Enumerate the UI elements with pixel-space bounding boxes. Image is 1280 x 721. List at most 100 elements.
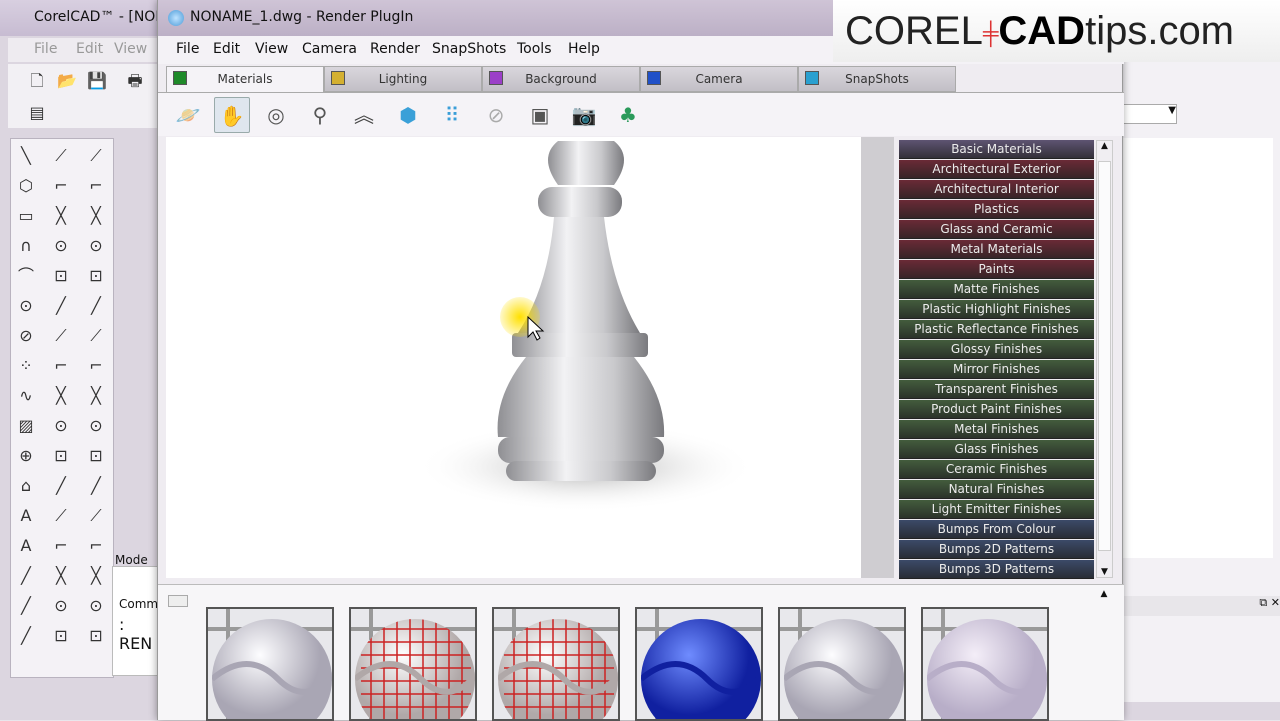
draw-tool-icon[interactable]: ⌂: [15, 475, 37, 497]
draw-tool-icon[interactable]: A: [15, 505, 37, 527]
draw-tool-icon[interactable]: ╳: [85, 565, 107, 587]
material-category-item[interactable]: Basic Materials: [899, 140, 1094, 159]
menu-edit[interactable]: Edit: [213, 41, 240, 57]
material-category-item[interactable]: Glass and Ceramic: [899, 220, 1094, 239]
tab-snapshots[interactable]: SnapShots: [798, 66, 956, 92]
category-list-scrollbar[interactable]: ▲ ▼: [1096, 140, 1113, 578]
model-tab[interactable]: Mode: [115, 553, 148, 567]
draw-tool-icon[interactable]: ⊘: [15, 325, 37, 347]
disabled-icon[interactable]: ⊘: [478, 97, 514, 133]
spotlight-icon[interactable]: ⚲: [302, 97, 338, 133]
material-thumbnail[interactable]: [921, 607, 1049, 721]
draw-tool-icon[interactable]: ⊙: [85, 595, 107, 617]
material-thumbnail[interactable]: [206, 607, 334, 721]
draw-tool-icon[interactable]: ╳: [85, 205, 107, 227]
material-thumbnail[interactable]: [778, 607, 906, 721]
material-category-item[interactable]: Light Emitter Finishes: [899, 500, 1094, 519]
material-category-item[interactable]: Metal Materials: [899, 240, 1094, 259]
material-thumbnail[interactable]: [635, 607, 763, 721]
cube-icon[interactable]: ⬢: [390, 97, 426, 133]
draw-tool-icon[interactable]: ╱: [50, 475, 72, 497]
material-category-item[interactable]: Bumps 3D Patterns: [899, 560, 1094, 579]
draw-tool-icon[interactable]: ∩: [15, 235, 37, 257]
open-folder-icon[interactable]: 📂: [56, 70, 78, 92]
draw-tool-icon[interactable]: ⊡: [50, 265, 72, 287]
dropdown-arrow-icon[interactable]: ▼: [1123, 104, 1177, 124]
draw-tool-icon[interactable]: ⊡: [85, 265, 107, 287]
draw-tool-icon[interactable]: ⊡: [50, 445, 72, 467]
material-thumbnail[interactable]: [349, 607, 477, 721]
scrollbar-thumb[interactable]: [1098, 161, 1111, 551]
planet-icon[interactable]: 🪐: [170, 97, 206, 133]
draw-tool-icon[interactable]: ⊙: [85, 415, 107, 437]
grid-icon[interactable]: ⠿: [434, 97, 470, 133]
corelcad-menu-file[interactable]: File: [34, 41, 57, 57]
draw-tool-icon[interactable]: ∿: [15, 385, 37, 407]
draw-tool-icon[interactable]: ⊙: [85, 235, 107, 257]
draw-tool-icon[interactable]: ⟋: [85, 325, 107, 347]
draw-tool-icon[interactable]: ⊙: [50, 235, 72, 257]
draw-tool-icon[interactable]: ▭: [15, 205, 37, 227]
draw-tool-icon[interactable]: ⁘: [15, 355, 37, 377]
draw-tool-icon[interactable]: ⌐: [85, 355, 107, 377]
draw-tool-icon[interactable]: ⟋: [85, 145, 107, 167]
viewport-divider[interactable]: [861, 137, 894, 578]
material-category-item[interactable]: Plastic Highlight Finishes: [899, 300, 1094, 319]
panel-close-icon[interactable]: ⧉ ✕: [1123, 596, 1280, 616]
material-category-item[interactable]: Plastic Reflectance Finishes: [899, 320, 1094, 339]
save-icon[interactable]: 💾: [86, 70, 108, 92]
menu-view[interactable]: View: [255, 41, 288, 57]
hand-icon[interactable]: ✋: [214, 97, 250, 133]
material-category-item[interactable]: Product Paint Finishes: [899, 400, 1094, 419]
tab-background[interactable]: Background: [482, 66, 640, 92]
draw-tool-icon[interactable]: ⌐: [50, 355, 72, 377]
zoom-slider[interactable]: [168, 595, 188, 607]
layers-icon[interactable]: ▤: [26, 102, 48, 124]
material-category-item[interactable]: Glass Finishes: [899, 440, 1094, 459]
menu-tools[interactable]: Tools: [517, 41, 552, 57]
corelcad-menu-view[interactable]: View: [114, 41, 147, 57]
draw-tool-icon[interactable]: ⟋: [85, 505, 107, 527]
draw-tool-icon[interactable]: ⊙: [50, 595, 72, 617]
draw-tool-icon[interactable]: ⟋: [50, 505, 72, 527]
material-category-item[interactable]: Mirror Finishes: [899, 360, 1094, 379]
draw-tool-icon[interactable]: ⊙: [50, 415, 72, 437]
draw-tool-icon[interactable]: ╳: [85, 385, 107, 407]
draw-tool-icon[interactable]: ⌒: [15, 265, 37, 287]
material-category-item[interactable]: Bumps From Colour: [899, 520, 1094, 539]
tab-camera[interactable]: Camera: [640, 66, 798, 92]
camera-lens-icon[interactable]: ◎: [258, 97, 294, 133]
material-category-item[interactable]: Matte Finishes: [899, 280, 1094, 299]
material-category-item[interactable]: Metal Finishes: [899, 420, 1094, 439]
draw-tool-icon[interactable]: ╱: [15, 565, 37, 587]
menu-help[interactable]: Help: [568, 41, 600, 57]
draw-tool-icon[interactable]: ╱: [15, 595, 37, 617]
material-category-item[interactable]: Paints: [899, 260, 1094, 279]
draw-tool-icon[interactable]: ╳: [50, 205, 72, 227]
draw-tool-icon[interactable]: ╲: [15, 145, 37, 167]
draw-tool-icon[interactable]: ╱: [15, 625, 37, 647]
clover-icon[interactable]: ♣: [610, 97, 646, 133]
thumbnails-scrollbar[interactable]: ▲: [1096, 589, 1112, 719]
command-text[interactable]: : REN: [119, 615, 159, 653]
draw-tool-icon[interactable]: ⊡: [85, 625, 107, 647]
render-viewport[interactable]: [166, 137, 861, 578]
material-category-item[interactable]: Ceramic Finishes: [899, 460, 1094, 479]
draw-tool-icon[interactable]: ⬡: [15, 175, 37, 197]
draw-tool-icon[interactable]: ⊕: [15, 445, 37, 467]
print-icon[interactable]: 🖶: [124, 70, 146, 92]
draw-tool-icon[interactable]: ╱: [85, 475, 107, 497]
photo-camera-icon[interactable]: 📷: [566, 97, 602, 133]
draw-tool-icon[interactable]: ⟋: [50, 325, 72, 347]
material-category-item[interactable]: Transparent Finishes: [899, 380, 1094, 399]
corelcad-menu-edit[interactable]: Edit: [76, 41, 103, 57]
draw-tool-icon[interactable]: ╳: [50, 565, 72, 587]
draw-tool-icon[interactable]: ⊙: [15, 295, 37, 317]
material-category-item[interactable]: Glossy Finishes: [899, 340, 1094, 359]
material-category-item[interactable]: Plastics: [899, 200, 1094, 219]
material-category-item[interactable]: Architectural Exterior: [899, 160, 1094, 179]
menu-render[interactable]: Render: [370, 41, 420, 57]
new-file-icon[interactable]: 🗋: [26, 70, 48, 92]
draw-tool-icon[interactable]: ⌐: [50, 535, 72, 557]
chevron-up-icon[interactable]: ︽: [346, 97, 382, 133]
